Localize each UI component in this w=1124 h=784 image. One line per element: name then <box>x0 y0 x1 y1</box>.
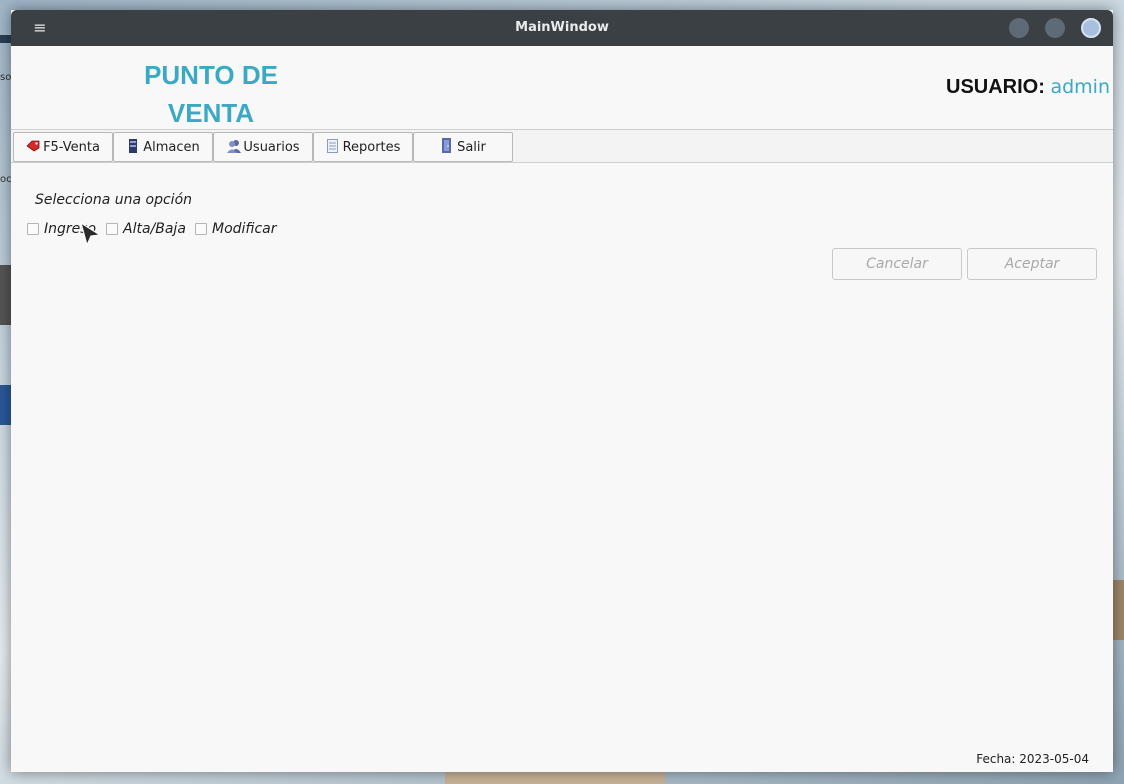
desktop-fragment <box>445 772 665 784</box>
maximize-button[interactable] <box>1045 18 1065 38</box>
user-name: admin <box>1050 76 1110 98</box>
minimize-button[interactable] <box>1009 18 1029 38</box>
checkbox-label: Alta/Baja <box>123 221 186 237</box>
mouse-cursor-icon <box>80 222 102 247</box>
window-content: PUNTO DE VENTA USUARIO: admin F5-Venta A… <box>11 46 1113 772</box>
date-label: Fecha: 2023-05-04 <box>976 752 1089 766</box>
title-bar[interactable]: ≡ MainWindow <box>11 10 1113 46</box>
checkbox-modificar[interactable]: Modificar <box>195 221 277 237</box>
tab-almacen[interactable]: Almacen <box>113 132 213 162</box>
user-label: USUARIO: <box>946 76 1045 98</box>
warehouse-icon <box>126 138 140 156</box>
exit-door-icon <box>440 138 454 156</box>
cancel-button[interactable]: Cancelar <box>832 248 962 280</box>
desktop-fragment: oc <box>0 174 11 185</box>
checkbox-label: Modificar <box>212 221 277 237</box>
user-info: USUARIO: admin <box>946 76 1110 99</box>
tab-label: F5-Venta <box>43 139 100 155</box>
tab-label: Salir <box>457 139 486 155</box>
main-window: ≡ MainWindow PUNTO DE VENTA USUARIO: adm… <box>11 10 1113 772</box>
brand-line-2: VENTA <box>167 98 255 128</box>
checkbox-box[interactable] <box>195 223 207 235</box>
document-icon <box>326 138 340 156</box>
tab-salir[interactable]: Salir <box>413 132 513 162</box>
desktop-fragment <box>1113 580 1124 640</box>
desktop-fragment <box>0 35 11 43</box>
tab-label: Reportes <box>342 139 401 155</box>
desktop-fragment: so <box>0 72 11 83</box>
accept-button[interactable]: Aceptar <box>967 248 1097 280</box>
tab-usuarios[interactable]: Usuarios <box>213 132 313 162</box>
brand-title: PUNTO DE VENTA <box>111 56 311 132</box>
tab-reportes[interactable]: Reportes <box>313 132 413 162</box>
checkbox-alta-baja[interactable]: Alta/Baja <box>106 221 186 237</box>
checkbox-box[interactable] <box>106 223 118 235</box>
desktop-fragment <box>0 385 11 425</box>
tag-icon <box>26 140 40 155</box>
window-title: MainWindow <box>515 20 609 35</box>
users-icon <box>226 139 242 156</box>
desktop-fragment <box>0 265 11 325</box>
tab-label: Almacen <box>143 139 200 155</box>
close-button[interactable] <box>1081 18 1101 38</box>
toolbar-tabs: F5-Venta Almacen Usuarios Reportes Salir <box>11 129 1113 163</box>
tab-label: Usuarios <box>243 139 300 155</box>
brand-line-1: PUNTO DE <box>144 60 278 90</box>
option-prompt: Selecciona una opción <box>35 192 193 208</box>
checkbox-box[interactable] <box>27 223 39 235</box>
tab-venta[interactable]: F5-Venta <box>13 132 113 162</box>
